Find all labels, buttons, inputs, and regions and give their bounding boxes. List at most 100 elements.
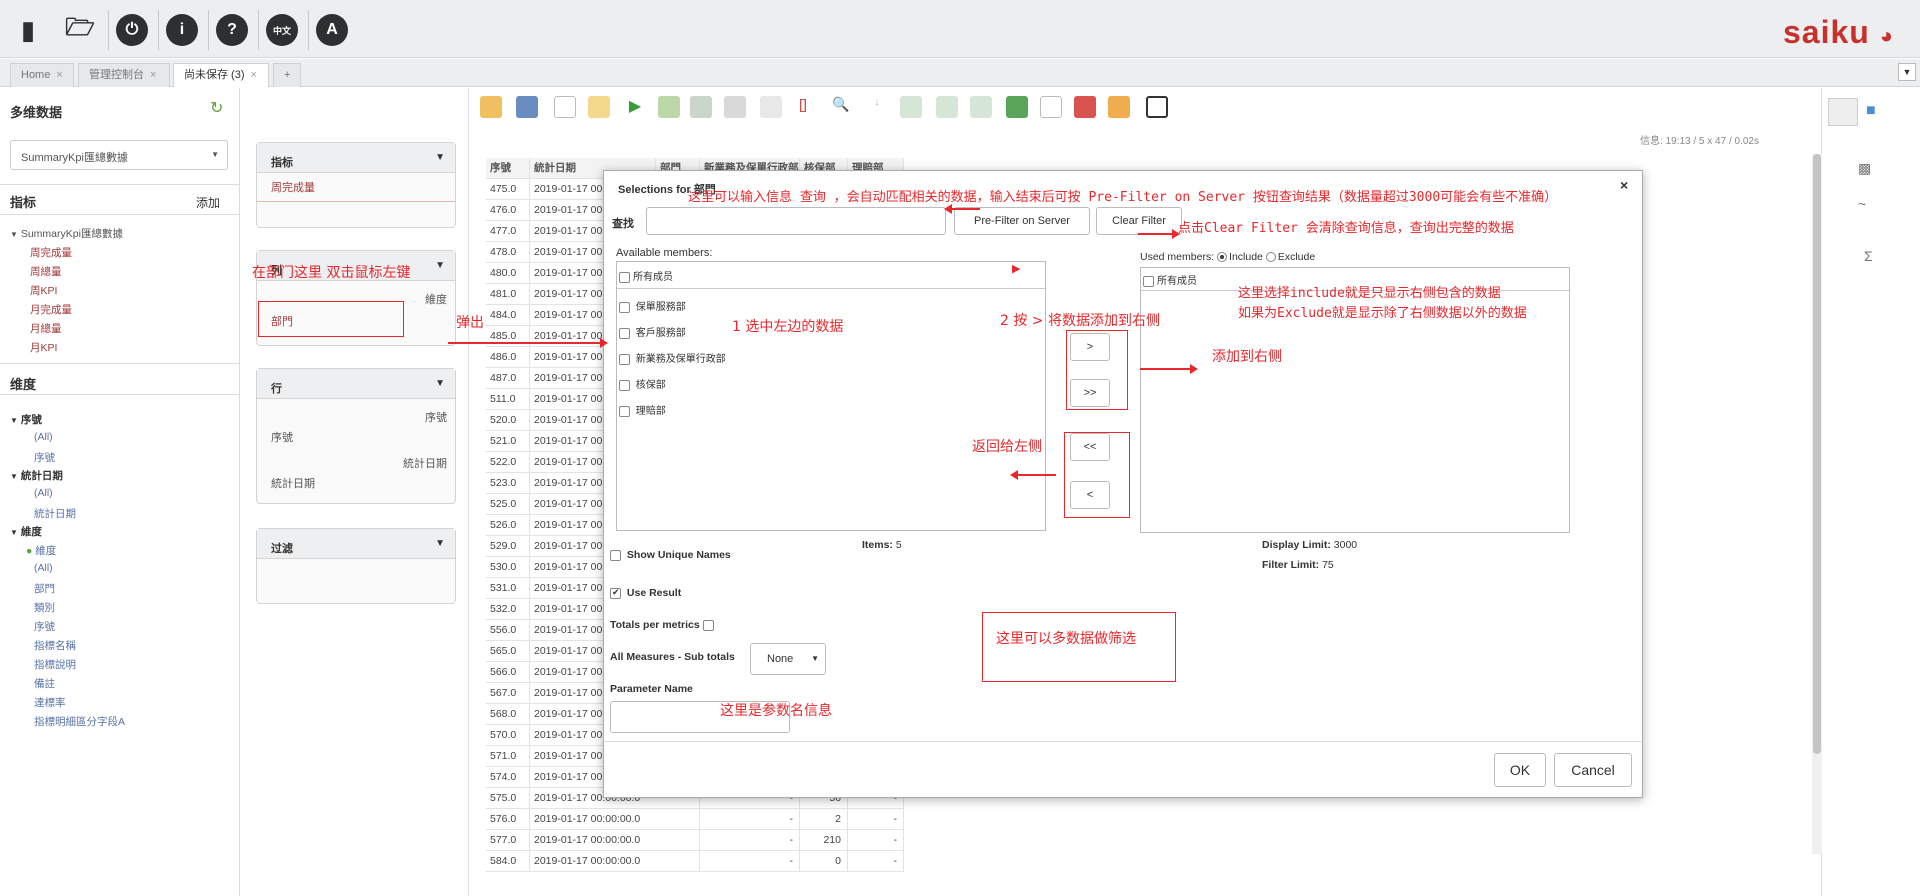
level-item[interactable]: 指標名稱 bbox=[34, 638, 76, 653]
swap-axis-icon[interactable] bbox=[760, 96, 782, 118]
level-item[interactable]: 備註 bbox=[34, 676, 55, 691]
admin-icon[interactable]: A bbox=[316, 14, 348, 46]
measure-item[interactable]: 周總量 bbox=[30, 264, 62, 279]
all-members-option[interactable]: 所有成员 bbox=[619, 268, 673, 283]
csv-icon[interactable] bbox=[1040, 96, 1062, 118]
chart-view-icon[interactable]: ■ bbox=[1866, 102, 1876, 120]
checkbox[interactable] bbox=[702, 619, 714, 631]
close-icon[interactable]: × bbox=[251, 69, 257, 81]
sum-icon[interactable]: Σ bbox=[1864, 248, 1873, 264]
member-option[interactable]: 核保部 bbox=[619, 376, 666, 391]
pdf-icon[interactable] bbox=[1074, 96, 1096, 118]
level-item[interactable]: (All) bbox=[34, 431, 53, 443]
level-item[interactable]: 指標說明 bbox=[34, 657, 76, 672]
open-folder-icon[interactable]: 🗁 bbox=[64, 14, 96, 46]
level-item[interactable]: 序號 bbox=[34, 619, 55, 634]
checkbox[interactable] bbox=[619, 353, 630, 365]
rows-dropzone[interactable]: 行 ▼ 序號 序號 統計日期 統計日期 bbox=[256, 368, 456, 504]
checkbox[interactable] bbox=[610, 587, 621, 599]
edit-icon[interactable] bbox=[588, 96, 610, 118]
refresh-icon[interactable]: ↻ bbox=[210, 98, 223, 118]
power-icon[interactable]: ⏻ bbox=[116, 14, 148, 46]
cancel-button[interactable]: Cancel bbox=[1554, 753, 1632, 787]
use-result[interactable]: Use Result bbox=[610, 587, 681, 599]
zoom-icon[interactable]: 🔍 bbox=[830, 96, 852, 118]
add-measure-button[interactable]: 添加 bbox=[196, 194, 220, 211]
table-view-icon[interactable] bbox=[1828, 98, 1858, 126]
help-icon[interactable]: ? bbox=[216, 14, 248, 46]
member-option[interactable]: 保單服務部 bbox=[619, 298, 686, 313]
level-chip[interactable]: 序號 bbox=[271, 429, 293, 445]
line-chart-icon[interactable]: ~ bbox=[1858, 196, 1866, 212]
measure-group[interactable]: ▼ SummaryKpi匯總數據 bbox=[10, 226, 123, 241]
dimension-group[interactable]: ▼ 統計日期 bbox=[10, 468, 63, 483]
level-item[interactable]: 統計日期 bbox=[34, 506, 76, 521]
member-option[interactable]: 理賠部 bbox=[619, 402, 666, 417]
close-icon[interactable]: × bbox=[56, 69, 62, 81]
measure-item[interactable]: 月KPI bbox=[30, 340, 57, 355]
checkbox[interactable] bbox=[619, 301, 630, 313]
checkbox[interactable] bbox=[1143, 275, 1154, 287]
chevron-down-icon[interactable]: ▼ bbox=[435, 260, 445, 271]
open-icon[interactable] bbox=[480, 96, 502, 118]
chevron-down-icon[interactable]: ▼ bbox=[435, 152, 445, 163]
close-icon[interactable]: × bbox=[150, 69, 156, 81]
globe-icon[interactable]: 中文 bbox=[266, 14, 298, 46]
level-item[interactable]: (All) bbox=[34, 487, 53, 499]
level-item[interactable]: 類別 bbox=[34, 600, 55, 615]
ok-button[interactable]: OK bbox=[1494, 753, 1546, 787]
checkbox[interactable] bbox=[619, 271, 630, 283]
close-icon[interactable]: × bbox=[1620, 177, 1628, 193]
member-option[interactable]: 新業務及保單行政部 bbox=[619, 350, 726, 365]
checkbox[interactable] bbox=[619, 327, 630, 339]
measure-item[interactable]: 周KPI bbox=[30, 283, 57, 298]
level-chip[interactable]: 統計日期 bbox=[271, 475, 315, 491]
run-icon[interactable]: ▶ bbox=[624, 96, 646, 118]
non-empty-icon[interactable] bbox=[690, 96, 712, 118]
measure-chip[interactable]: 周完成量 bbox=[257, 173, 455, 202]
filter-dropzone[interactable]: 过滤 ▼ bbox=[256, 528, 456, 604]
chevron-down-icon[interactable]: ▼ bbox=[435, 378, 445, 389]
level-item[interactable]: 指標明細區分字段A bbox=[34, 714, 125, 729]
prefilter-button[interactable]: Pre-Filter on Server bbox=[954, 207, 1090, 235]
level-item[interactable]: 部門 bbox=[34, 581, 55, 596]
search-input[interactable] bbox=[646, 207, 946, 235]
show-unique-names[interactable]: Show Unique Names bbox=[610, 549, 731, 561]
checkbox[interactable] bbox=[610, 549, 621, 561]
used-all-members-option[interactable]: 所有成员 bbox=[1143, 272, 1197, 287]
totals-per-metrics[interactable]: Totals per metrics bbox=[610, 619, 717, 631]
tabs-dropdown-icon[interactable]: ▼ bbox=[1898, 63, 1916, 81]
subtotals-select[interactable]: None ▼ bbox=[750, 643, 826, 675]
auto-run-icon[interactable] bbox=[658, 96, 680, 118]
drill-icon[interactable]: ↓ bbox=[866, 96, 888, 118]
cube-select[interactable]: SummaryKpi匯總數據 ▼ bbox=[10, 140, 228, 170]
excel-icon[interactable] bbox=[1006, 96, 1028, 118]
drillthrough-icon[interactable] bbox=[900, 96, 922, 118]
exclude-radio[interactable] bbox=[1265, 252, 1276, 263]
tab-admin-console[interactable]: 管理控制台 × bbox=[78, 63, 170, 87]
new-query-icon[interactable]: ▮ bbox=[12, 14, 44, 46]
mdx-icon[interactable]: [] bbox=[792, 96, 814, 118]
checkbox[interactable] bbox=[619, 379, 630, 391]
include-radio[interactable] bbox=[1217, 252, 1228, 263]
info-icon[interactable]: i bbox=[166, 14, 198, 46]
dimension-group[interactable]: ▼ 維度 bbox=[10, 524, 42, 539]
chevron-down-icon[interactable]: ▼ bbox=[435, 538, 445, 549]
save-icon[interactable] bbox=[516, 96, 538, 118]
measures-dropzone[interactable]: 指标 ▼ 周完成量 bbox=[256, 142, 456, 228]
level-item[interactable]: (All) bbox=[34, 562, 53, 574]
fullscreen-icon[interactable] bbox=[1146, 96, 1168, 118]
checkbox[interactable] bbox=[619, 405, 630, 417]
new-icon[interactable] bbox=[554, 96, 576, 118]
export-csv-icon[interactable] bbox=[970, 96, 992, 118]
export-icon[interactable] bbox=[936, 96, 958, 118]
scrollbar[interactable] bbox=[1812, 154, 1822, 854]
measure-item[interactable]: 周完成量 bbox=[30, 245, 72, 260]
hierarchy-item[interactable]: ● 維度 bbox=[26, 543, 56, 558]
bar-chart-icon[interactable]: ▩ bbox=[1858, 160, 1871, 177]
level-item[interactable]: 達標率 bbox=[34, 695, 66, 710]
switch-icon[interactable] bbox=[1108, 96, 1130, 118]
member-option[interactable]: 客戶服務部 bbox=[619, 324, 686, 339]
clear-filter-button[interactable]: Clear Filter bbox=[1096, 207, 1182, 235]
level-item[interactable]: 序號 bbox=[34, 450, 55, 465]
